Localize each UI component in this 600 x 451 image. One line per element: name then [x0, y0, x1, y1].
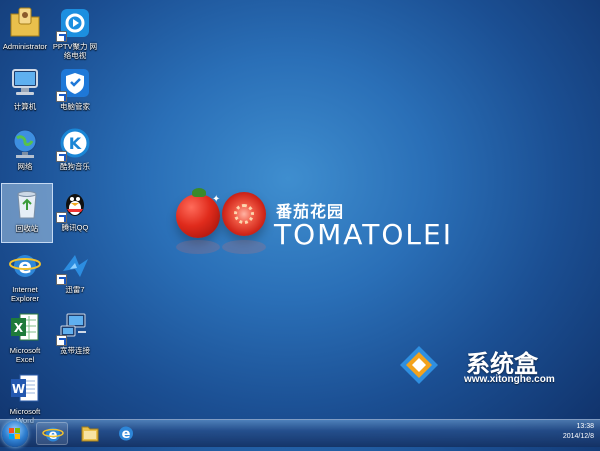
excel-icon: X	[8, 310, 42, 344]
desktop-icon-recycle-bin[interactable]: 回收站	[1, 183, 53, 243]
tomato-half-reflection	[222, 240, 266, 254]
computer-icon	[8, 66, 42, 100]
network-globe-icon	[8, 126, 42, 160]
folder-icon	[81, 426, 99, 442]
recycle-bin-icon	[10, 188, 44, 222]
desktop-icon-broadband[interactable]: 宽带连接	[50, 306, 100, 364]
internet-explorer-icon: e	[8, 249, 42, 283]
icon-label: Internet Explorer	[11, 285, 39, 303]
desktop: Administrator 计算机 网络 回收站 e Internet Expl…	[0, 0, 600, 425]
desktop-icon-word[interactable]: W Microsoft Word	[0, 367, 50, 425]
desktop-icon-qq[interactable]: 腾讯QQ	[50, 183, 100, 241]
desktop-icon-pptv[interactable]: PPTV聚力 网络电视	[50, 2, 100, 60]
qq-penguin-icon	[56, 187, 92, 223]
clock-date: 2014/12/8	[562, 433, 594, 440]
shortcut-arrow-icon	[56, 274, 67, 285]
internet-explorer-icon: e	[119, 426, 133, 442]
icon-label: Administrator	[2, 42, 48, 51]
pc-manager-shield-icon	[56, 66, 92, 102]
clock-time: 13:38	[576, 423, 594, 430]
icon-label: 腾讯QQ	[61, 223, 89, 232]
brand-english-name: TOMATOLEI	[274, 218, 453, 251]
svg-text:e: e	[122, 427, 131, 442]
icon-label: 迅雷7	[65, 285, 85, 294]
broadband-connection-icon	[56, 310, 92, 346]
music-k-icon: K	[56, 126, 92, 162]
xitonghe-logo-icon	[400, 346, 438, 384]
desktop-icon-xunlei[interactable]: 迅雷7	[50, 245, 100, 303]
desktop-icon-computer[interactable]: 计算机	[0, 62, 50, 120]
shortcut-arrow-icon	[56, 91, 67, 102]
svg-text:K: K	[69, 134, 82, 153]
pptv-icon	[56, 6, 92, 42]
sparkle-icon: ✦	[212, 194, 221, 205]
internet-explorer-icon: e	[42, 427, 64, 443]
shortcut-arrow-icon	[56, 151, 67, 162]
windows-logo-icon	[9, 428, 21, 440]
desktop-icon-administrator[interactable]: Administrator	[0, 2, 50, 60]
system-clock[interactable]: 13:38 2014/12/8	[563, 422, 594, 442]
icon-label: 酷狗音乐	[60, 162, 90, 171]
shortcut-arrow-icon	[56, 335, 67, 346]
icon-label: 回收站	[15, 224, 39, 233]
taskbar: e e 13:38 2014/12/8	[0, 419, 600, 447]
icon-label: 计算机	[13, 102, 37, 111]
desktop-icon-pc-manager[interactable]: 电脑管家	[50, 62, 100, 120]
taskbar-ie2-button[interactable]: e	[110, 422, 142, 445]
user-folder-icon	[8, 6, 42, 40]
taskbar-ie-button[interactable]: e	[36, 422, 68, 445]
desktop-icon-ie[interactable]: e Internet Explorer	[0, 245, 50, 303]
svg-text:W: W	[12, 382, 25, 396]
site-watermark: 系统盒 www.xitonghe.com	[394, 342, 594, 392]
desktop-icon-network[interactable]: 网络	[0, 122, 50, 180]
watermark-url: www.xitonghe.com	[464, 374, 555, 385]
svg-text:X: X	[14, 321, 24, 335]
shortcut-arrow-icon	[56, 212, 67, 223]
icon-label: 电脑管家	[60, 102, 90, 111]
desktop-icon-kuwo[interactable]: K 酷狗音乐	[50, 122, 100, 180]
start-button[interactable]	[2, 421, 28, 447]
sliced-tomato-icon	[222, 192, 266, 236]
icon-label: Microsoft Excel	[9, 346, 41, 364]
desktop-icon-excel[interactable]: X Microsoft Excel	[0, 306, 50, 364]
icon-label: PPTV聚力 网络电视	[52, 42, 98, 60]
xunlei-bird-icon	[56, 249, 92, 285]
svg-text:e: e	[18, 254, 32, 278]
icon-label: 宽带连接	[60, 346, 90, 355]
icon-label: 网络	[17, 162, 33, 171]
tomato-reflection	[176, 240, 220, 254]
shortcut-arrow-icon	[56, 31, 67, 42]
word-icon: W	[8, 371, 42, 405]
taskbar-explorer-button[interactable]	[74, 422, 106, 445]
